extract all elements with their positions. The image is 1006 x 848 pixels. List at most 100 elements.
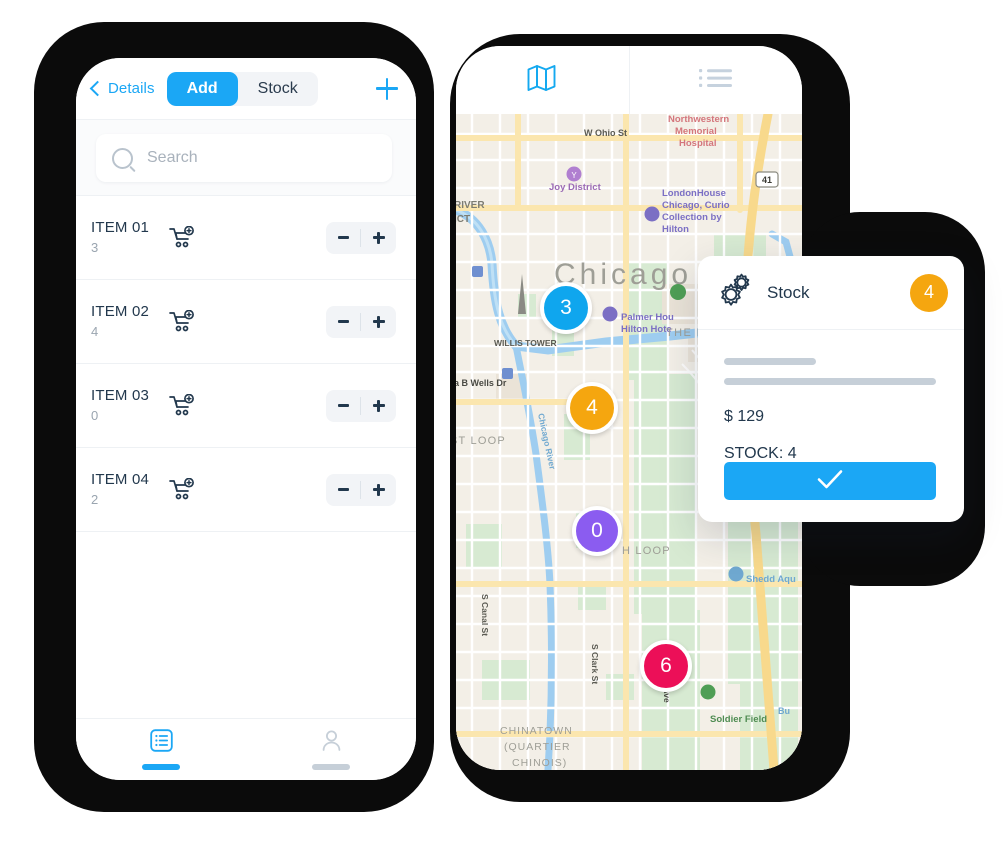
- item-info: ITEM 02 4: [91, 303, 165, 339]
- svg-text:Chicago, Curio: Chicago, Curio: [662, 200, 730, 211]
- increment-button[interactable]: [361, 474, 396, 506]
- table-row[interactable]: ITEM 04 2: [76, 448, 416, 532]
- svg-text:Hilton Hote: Hilton Hote: [621, 324, 672, 335]
- tab-stock[interactable]: Stock: [238, 72, 318, 106]
- chevron-left-icon: [89, 80, 106, 97]
- svg-text:S Canal St: S Canal St: [480, 594, 490, 636]
- item-quantity: 0: [91, 408, 99, 424]
- left-phone: Details Add Stock Search ITEM 01 3 ITEM …: [76, 58, 416, 780]
- back-button[interactable]: Details: [89, 80, 155, 97]
- back-label: Details: [108, 80, 155, 97]
- item-info: ITEM 03 0: [91, 387, 165, 423]
- quantity-stepper[interactable]: [326, 473, 396, 506]
- svg-text:Hospital: Hospital: [679, 138, 716, 149]
- item-quantity: 2: [91, 492, 99, 508]
- right-header: [456, 46, 802, 114]
- tab-map[interactable]: [456, 46, 630, 114]
- tab-active-indicator: [142, 764, 180, 770]
- svg-text:WILLIS TOWER: WILLIS TOWER: [494, 338, 557, 348]
- svg-text:a B Wells Dr: a B Wells Dr: [456, 378, 507, 388]
- decrement-button[interactable]: [326, 222, 361, 254]
- stock-label: STOCK: 4: [724, 445, 797, 462]
- tab-list-view[interactable]: [630, 46, 803, 114]
- svg-text:Y: Y: [571, 171, 577, 180]
- svg-text:RIVER: RIVER: [456, 200, 485, 211]
- svg-text:Bu: Bu: [778, 706, 790, 716]
- table-row[interactable]: ITEM 01 3: [76, 196, 416, 280]
- item-info: ITEM 04 2: [91, 471, 165, 507]
- map-marker[interactable]: 0: [572, 506, 622, 556]
- svg-text:Soldier Field: Soldier Field: [710, 714, 767, 725]
- person-icon: [320, 729, 343, 757]
- segmented-control[interactable]: Add Stock: [166, 71, 318, 106]
- item-name: ITEM 02: [91, 303, 150, 321]
- svg-text:ICT: ICT: [456, 214, 470, 225]
- svg-text:H LOOP: H LOOP: [622, 545, 671, 557]
- svg-text:Palmer Hou: Palmer Hou: [621, 312, 674, 323]
- svg-text:Shedd Aqu: Shedd Aqu: [746, 574, 796, 585]
- item-name: ITEM 04: [91, 471, 150, 489]
- decrement-button[interactable]: [326, 474, 361, 506]
- table-row[interactable]: ITEM 02 4: [76, 280, 416, 364]
- list-bullet-icon: [698, 66, 733, 95]
- quantity-stepper[interactable]: [326, 389, 396, 422]
- status-badge: 4: [910, 273, 948, 312]
- decrement-button[interactable]: [326, 306, 361, 338]
- stock-popup-title: Stock: [767, 282, 810, 302]
- map-marker-value: 6: [660, 654, 672, 677]
- increment-button[interactable]: [361, 222, 396, 254]
- increment-button[interactable]: [361, 306, 396, 338]
- svg-text:Memorial: Memorial: [675, 126, 717, 137]
- search-placeholder: Search: [147, 149, 198, 166]
- check-icon: [817, 469, 843, 494]
- add-item-button[interactable]: [376, 77, 398, 100]
- svg-text:ST LOOP: ST LOOP: [456, 435, 506, 447]
- map-marker[interactable]: 3: [540, 282, 592, 334]
- scene: Details Add Stock Search ITEM 01 3 ITEM …: [0, 0, 1006, 848]
- table-row[interactable]: ITEM 03 0: [76, 364, 416, 448]
- map-marker[interactable]: 4: [566, 382, 618, 434]
- svg-text:(QUARTIER: (QUARTIER: [504, 741, 571, 753]
- tab-profile[interactable]: [246, 719, 416, 780]
- bottom-tab-bar: [76, 718, 416, 780]
- quantity-stepper[interactable]: [326, 305, 396, 338]
- stock-popup: Stock 4 $ 129 STOCK: 4: [698, 256, 964, 522]
- map-marker-value: 4: [586, 396, 598, 419]
- left-header: Details Add Stock: [76, 58, 416, 120]
- item-name: ITEM 03: [91, 387, 150, 405]
- tab-list[interactable]: [76, 719, 246, 780]
- svg-text:Hilton: Hilton: [662, 224, 689, 235]
- gears-icon: [718, 273, 754, 312]
- placeholder-bar-short: [724, 358, 816, 365]
- item-name: ITEM 01: [91, 219, 150, 237]
- cart-plus-icon: [169, 309, 195, 334]
- map-icon: [527, 64, 557, 97]
- item-list: ITEM 01 3 ITEM 02 4 ITEM 03 0 ITEM 04 2: [76, 196, 416, 718]
- confirm-button[interactable]: [724, 462, 936, 500]
- list-icon: [149, 729, 173, 757]
- search-input[interactable]: Search: [96, 134, 392, 182]
- map-marker[interactable]: 6: [640, 640, 692, 692]
- decrement-button[interactable]: [326, 390, 361, 422]
- increment-button[interactable]: [361, 390, 396, 422]
- svg-text:CHINOIS): CHINOIS): [512, 757, 567, 769]
- cart-plus-icon: [169, 393, 195, 418]
- item-quantity: 3: [91, 240, 99, 256]
- svg-text:LondonHouse: LondonHouse: [662, 188, 726, 199]
- svg-text:CHINATOWN: CHINATOWN: [500, 725, 573, 737]
- price-label: $ 129: [724, 408, 765, 425]
- quantity-stepper[interactable]: [326, 221, 396, 254]
- svg-text:Joy District: Joy District: [549, 182, 602, 193]
- tab-add[interactable]: Add: [166, 71, 238, 106]
- tab-inactive-indicator: [312, 764, 350, 770]
- item-info: ITEM 01 3: [91, 219, 165, 255]
- svg-text:Northwestern: Northwestern: [668, 114, 729, 125]
- svg-text:W Ohio St: W Ohio St: [584, 128, 627, 138]
- placeholder-bar-long: [724, 378, 936, 385]
- map-marker-value: 3: [560, 296, 572, 319]
- cart-plus-icon: [169, 477, 195, 502]
- cart-plus-icon: [169, 225, 195, 250]
- search-zone: Search: [76, 120, 416, 196]
- search-icon: [112, 147, 133, 169]
- map-marker-value: 0: [591, 519, 603, 542]
